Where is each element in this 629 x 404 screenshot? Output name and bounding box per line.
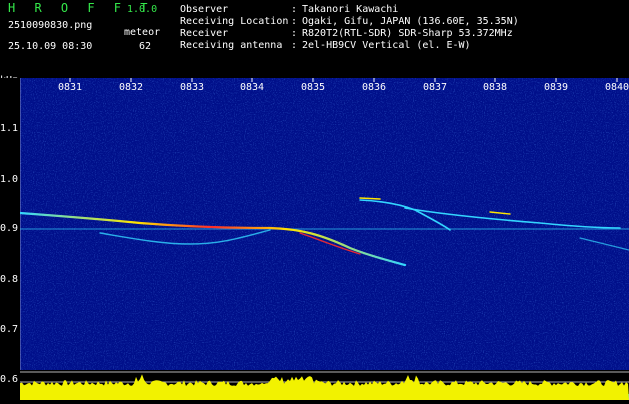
observer-label: Observer — [180, 4, 229, 15]
meteor-label: meteor — [124, 27, 161, 38]
y-tick-1-0: 1.0 — [0, 174, 19, 185]
app-version: 1.0.0 — [127, 4, 158, 15]
y-tick-0-9: 0.9 — [0, 223, 19, 234]
power-svg — [20, 371, 629, 400]
location-colon: : — [291, 16, 298, 27]
time-label-0831: 0831 — [58, 82, 82, 93]
time-label-0835: 0835 — [301, 82, 325, 93]
observer-value: Takanori Kawachi — [302, 4, 399, 15]
y-tick-0-8: 0.8 — [0, 274, 19, 285]
y-tick-0-7: 0.7 — [0, 324, 19, 335]
time-label-0834: 0834 — [240, 82, 264, 93]
location-label: Receiving Location — [180, 16, 289, 27]
time-label-0839: 0839 — [544, 82, 568, 93]
antenna-label: Receiving antenna — [180, 40, 283, 51]
power-trace — [20, 374, 629, 400]
frequency-axis: 1.1 1.0 0.9 0.8 0.7 0.6 — [0, 78, 20, 385]
receiver-colon: : — [291, 28, 298, 39]
time-label-0837: 0837 — [423, 82, 447, 93]
y-tick-0-6: 0.6 — [0, 374, 19, 385]
header-panel: H R O F F T 1.0.0 2510090830.png 25.10.0… — [0, 0, 629, 78]
date-time: 25.10.09 08:30 — [8, 41, 93, 52]
file-name: 2510090830.png — [8, 20, 93, 31]
spectrogram-plot[interactable]: 0831 0832 0833 0834 0835 0836 0837 0838 0839 0840 — [20, 78, 629, 370]
receiver-label: Receiver — [180, 28, 229, 39]
time-label-0832: 0832 — [119, 82, 143, 93]
y-tick-1-1: 1.1 — [0, 123, 19, 134]
receiver-value: R820T2(RTL-SDR) SDR-Sharp 53.372MHz — [302, 28, 513, 39]
location-value: Ogaki, Gifu, JAPAN (136.60E, 35.35N) — [302, 16, 519, 27]
antenna-colon: : — [291, 40, 298, 51]
spectrogram-svg: 0831 0832 0833 0834 0835 0836 0837 0838 0839 0840 — [20, 78, 629, 370]
time-label-0840: 0840 — [605, 82, 629, 93]
observer-colon: : — [291, 4, 298, 15]
antenna-value: 2el-HB9CV Vertical (el. E-W) — [302, 40, 471, 51]
power-panel — [20, 370, 629, 400]
noise-texture — [20, 78, 629, 370]
time-label-0838: 0838 — [483, 82, 507, 93]
meteor-count: 62 — [139, 41, 152, 52]
time-label-0836: 0836 — [362, 82, 386, 93]
time-label-0833: 0833 — [180, 82, 204, 93]
